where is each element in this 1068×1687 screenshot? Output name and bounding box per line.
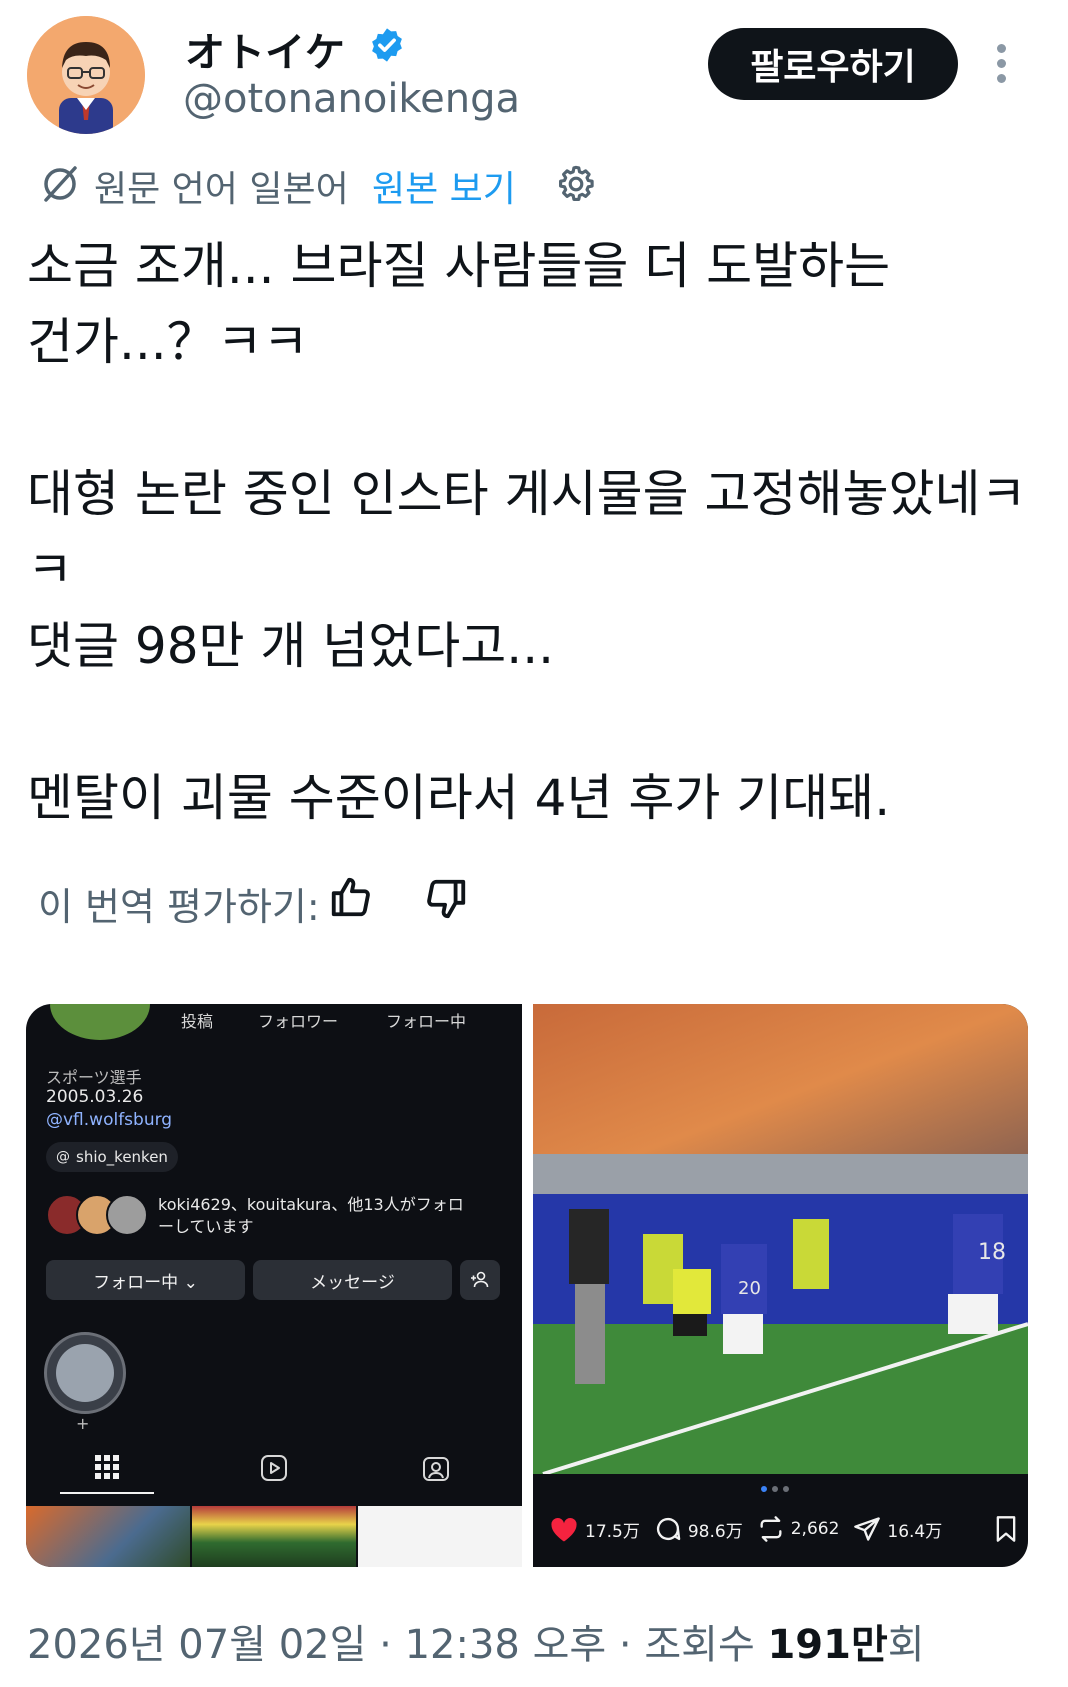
profile-link: @vfl.wolfsburg	[46, 1110, 173, 1130]
story-highlight[interactable]	[44, 1332, 126, 1414]
view-original-link[interactable]: 원본 보기	[372, 160, 516, 212]
profile-birthdate: 2005.03.26	[46, 1087, 144, 1107]
following-button[interactable]: フォロー中 ⌄	[46, 1260, 245, 1300]
grid-thumbnail[interactable]	[26, 1506, 190, 1567]
reposts-count: 2,662	[790, 1519, 840, 1539]
more-options-icon[interactable]	[994, 44, 1008, 86]
reels-tab-icon[interactable]	[260, 1454, 288, 1482]
threads-handle: shio_kenken	[76, 1148, 168, 1166]
followed-by-text: koki4629、kouitakura、他13人がフォロ ーしています	[158, 1194, 464, 1238]
original-language-note: 원문 언어 일본어	[94, 169, 349, 210]
media-image-instagram-post[interactable]: 20 18 17.5万 98.6万 2,662 16.4万	[533, 1004, 1028, 1567]
grid-tab-icon[interactable]	[94, 1454, 120, 1480]
post-meta: 2026년 07월 02일 · 12:38 오후 · 조회수 191만회	[27, 1612, 925, 1670]
post-actions-bar: 17.5万 98.6万 2,662 16.4万	[549, 1512, 1019, 1546]
views-suffix: 회	[887, 1622, 925, 1668]
match-photo: 20 18	[533, 1004, 1028, 1474]
threads-badge: @ shio_kenken	[46, 1142, 178, 1172]
new-highlight-plus[interactable]: +	[76, 1414, 89, 1433]
follow-button[interactable]: 팔로우하기	[708, 28, 958, 100]
grid-thumbnail[interactable]	[192, 1506, 356, 1567]
followed-by-line-2: ーしています	[158, 1217, 254, 1236]
add-person-glyph	[471, 1271, 489, 1288]
comment-icon[interactable]	[654, 1515, 682, 1543]
translate-icon	[44, 166, 77, 202]
verified-badge-icon	[372, 28, 402, 62]
post-time[interactable]: 12:38 오후	[405, 1622, 607, 1668]
active-tab-indicator	[60, 1492, 154, 1494]
gear-icon[interactable]	[555, 163, 597, 205]
following-label: フォロー中	[386, 1012, 467, 1031]
separator: ·	[366, 1622, 405, 1668]
avatar[interactable]	[27, 16, 145, 134]
share-icon[interactable]	[853, 1515, 881, 1543]
avatar-illustration	[27, 16, 145, 134]
carousel-dots	[761, 1486, 789, 1492]
threads-icon: @	[56, 1149, 70, 1165]
message-button[interactable]: メッセージ	[253, 1260, 452, 1300]
user-handle[interactable]: @otonanoikenga	[183, 76, 520, 122]
thumbs-down-icon[interactable]	[423, 876, 469, 922]
bookmark-icon[interactable]	[993, 1515, 1019, 1543]
comments-count: 98.6万	[687, 1521, 743, 1542]
jersey-number-20: 20	[738, 1278, 761, 1299]
views-label: 조회수	[644, 1622, 768, 1668]
followers-label: フォロワー	[258, 1012, 339, 1031]
followed-by-avatars	[46, 1194, 148, 1236]
separator: ·	[606, 1622, 645, 1668]
views-count: 191만	[767, 1622, 888, 1668]
likes-count: 17.5万	[585, 1521, 640, 1542]
thumbs-up-icon[interactable]	[328, 874, 374, 920]
post-date[interactable]: 2026년 07월 02일	[27, 1622, 366, 1668]
tagged-tab-icon[interactable]	[422, 1454, 450, 1482]
repost-icon[interactable]	[757, 1515, 785, 1543]
posts-label: 投稿	[181, 1012, 214, 1031]
display-name[interactable]: オトイケ	[185, 20, 345, 78]
shares-count: 16.4万	[887, 1521, 943, 1542]
media-image-instagram-profile[interactable]: 投稿 フォロワー フォロー中 スポーツ選手 2005.03.26 @vfl.wo…	[26, 1004, 522, 1567]
tweet-text: 소금 조개... 브라질 사람들을 더 도발하는 건가...？ㅋㅋ 대형 논란 …	[27, 237, 1027, 827]
profile-category: スポーツ選手	[46, 1068, 142, 1087]
add-person-icon[interactable]	[460, 1260, 500, 1300]
rate-translation-label: 이 번역 평가하기:	[38, 885, 320, 929]
heart-icon[interactable]	[549, 1515, 579, 1543]
jersey-number-18: 18	[978, 1240, 1006, 1265]
grid-thumbnail[interactable]	[358, 1506, 522, 1567]
followed-by-line-1: koki4629、kouitakura、他13人がフォロ	[158, 1195, 464, 1214]
profile-photo	[50, 1004, 150, 1040]
